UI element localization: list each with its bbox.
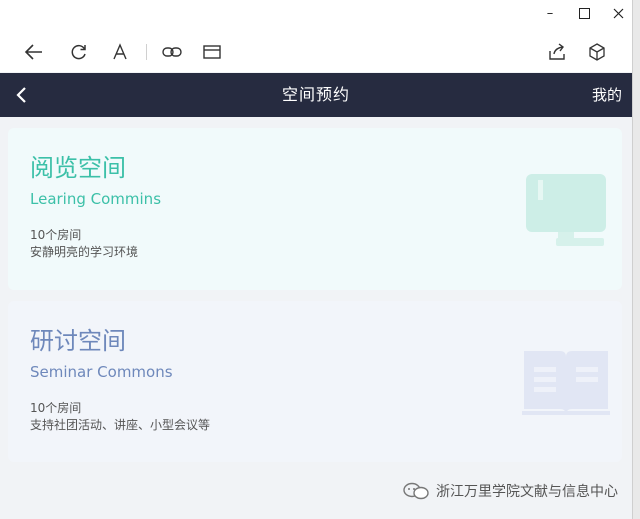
extension-button[interactable] bbox=[583, 38, 611, 66]
card-title: 研讨空间 bbox=[30, 327, 126, 355]
my-link[interactable]: 我的 bbox=[592, 73, 622, 117]
link-icon bbox=[162, 47, 182, 57]
seminar-space-card[interactable]: 研讨空间 Seminar Commons 10个房间 支持社团活动、讲座、小型会… bbox=[8, 301, 622, 462]
maximize-icon bbox=[578, 7, 590, 19]
reading-space-card[interactable]: 阅览空间 Learing Commins 10个房间 安静明亮的学习环境 bbox=[8, 128, 622, 290]
cube-icon bbox=[589, 43, 605, 61]
card-subtitle: Seminar Commons bbox=[30, 363, 173, 381]
card-description: 支持社团活动、讲座、小型会议等 bbox=[30, 418, 211, 432]
back-arrow-icon bbox=[24, 44, 42, 60]
page-title: 空间预约 bbox=[281, 85, 350, 104]
minimize-button[interactable]: – bbox=[532, 0, 568, 26]
wechat-icon bbox=[403, 482, 429, 500]
card-icon bbox=[203, 45, 221, 59]
close-button[interactable] bbox=[600, 0, 636, 26]
card-description: 安静明亮的学习环境 bbox=[30, 245, 139, 259]
share-icon bbox=[549, 43, 565, 60]
reader-text-icon bbox=[113, 43, 127, 60]
room-count: 10个房间 bbox=[30, 401, 82, 415]
refresh-button[interactable] bbox=[65, 38, 93, 66]
page-scrollbar[interactable] bbox=[632, 0, 640, 519]
browser-back-button[interactable] bbox=[20, 38, 48, 66]
card-title: 阅览空间 bbox=[30, 154, 126, 182]
app-header: 空间预约 我的 bbox=[0, 73, 632, 117]
toolbar-divider bbox=[146, 44, 147, 60]
reader-mode-button[interactable] bbox=[106, 38, 134, 66]
watermark-text: 浙江万里学院文献与信息中心 bbox=[436, 484, 618, 500]
link-button[interactable] bbox=[158, 38, 186, 66]
room-count: 10个房间 bbox=[30, 228, 82, 242]
open-book-icon bbox=[522, 351, 610, 415]
monitor-icon bbox=[526, 174, 606, 246]
close-icon bbox=[613, 8, 623, 18]
refresh-icon bbox=[71, 44, 86, 60]
card-view-button[interactable] bbox=[198, 38, 226, 66]
browser-chrome: – bbox=[0, 0, 640, 72]
maximize-button[interactable] bbox=[566, 0, 602, 26]
watermark: 浙江万里学院文献与信息中心 bbox=[402, 480, 618, 502]
card-subtitle: Learing Commins bbox=[30, 190, 162, 208]
share-button[interactable] bbox=[543, 38, 571, 66]
